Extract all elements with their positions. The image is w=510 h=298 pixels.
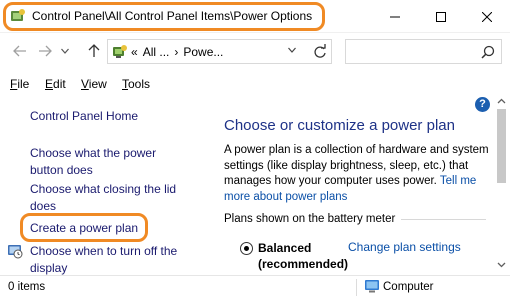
control-panel-icon	[113, 45, 127, 58]
task-pane: Control Panel Home Choose what the power…	[0, 95, 205, 275]
chevron-down-icon	[61, 48, 69, 54]
balanced-plan-radio[interactable]	[240, 242, 253, 255]
menu-bar: File Edit View Tools	[0, 73, 510, 95]
back-arrow-icon	[13, 45, 26, 57]
plan-name[interactable]: Balanced (recommended)	[258, 240, 348, 272]
close-icon	[482, 11, 492, 22]
refresh-icon[interactable]	[311, 43, 329, 61]
status-divider	[356, 279, 357, 296]
search-box[interactable]	[345, 39, 502, 64]
recent-locations-button[interactable]	[58, 41, 72, 61]
create-plan-highlight-annotation	[20, 213, 148, 242]
forward-button[interactable]	[35, 41, 55, 61]
page-title: Choose or customize a power plan	[224, 117, 455, 134]
search-icon[interactable]	[481, 45, 495, 59]
navigation-bar: « All ... › Powe...	[0, 33, 510, 70]
chevron-down-icon	[288, 47, 296, 53]
breadcrumb: « All ... › Powe...	[131, 45, 228, 59]
display-clock-icon	[8, 245, 23, 259]
menu-file[interactable]: File	[10, 77, 29, 91]
help-icon[interactable]: ?	[475, 97, 490, 112]
minimize-button[interactable]	[372, 0, 418, 33]
status-location: Computer	[383, 281, 434, 293]
address-dropdown-button[interactable]	[288, 45, 296, 55]
scroll-up-icon[interactable]	[497, 97, 506, 106]
control-panel-home-link[interactable]: Control Panel Home	[30, 108, 190, 125]
turn-off-display-link[interactable]: Choose when to turn off the display	[30, 243, 190, 277]
maximize-icon	[436, 11, 446, 22]
status-bar: 0 items Computer	[0, 275, 510, 298]
menu-edit[interactable]: Edit	[45, 77, 66, 91]
menu-view[interactable]: View	[81, 77, 107, 91]
menu-tools[interactable]: Tools	[122, 77, 150, 91]
closing-lid-link[interactable]: Choose what closing the lid does	[30, 181, 190, 215]
title-highlight-annotation	[3, 2, 325, 31]
close-button[interactable]	[464, 0, 510, 33]
page-description: A power plan is a collection of hardware…	[224, 143, 489, 205]
breadcrumb-all-items[interactable]: All ...	[143, 45, 170, 59]
scrollbar-thumb[interactable]	[497, 109, 506, 183]
up-arrow-icon	[88, 44, 100, 57]
title-bar: Control Panel\All Control Panel Items\Po…	[0, 0, 510, 33]
breadcrumb-overflow[interactable]: «	[131, 45, 138, 59]
change-plan-settings-link[interactable]: Change plan settings	[348, 240, 461, 254]
minimize-icon	[390, 16, 400, 17]
computer-icon	[365, 280, 379, 293]
vertical-scrollbar[interactable]	[493, 95, 510, 275]
up-button[interactable]	[84, 41, 104, 61]
section-heading: Plans shown on the battery meter	[224, 213, 486, 225]
content-area: ? Control Panel Home Choose what the pow…	[0, 95, 510, 275]
back-button[interactable]	[10, 41, 30, 61]
maximize-button[interactable]	[418, 0, 464, 33]
item-count: 0 items	[8, 281, 46, 293]
forward-arrow-icon	[39, 45, 52, 57]
address-bar[interactable]: « All ... › Powe...	[107, 39, 332, 64]
section-heading-text: Plans shown on the battery meter	[224, 213, 396, 225]
scroll-down-icon[interactable]	[497, 260, 506, 269]
power-button-link[interactable]: Choose what the power button does	[30, 145, 190, 179]
breadcrumb-separator: ›	[174, 45, 179, 59]
breadcrumb-power[interactable]: Powe...	[183, 45, 223, 59]
section-divider	[401, 218, 486, 220]
